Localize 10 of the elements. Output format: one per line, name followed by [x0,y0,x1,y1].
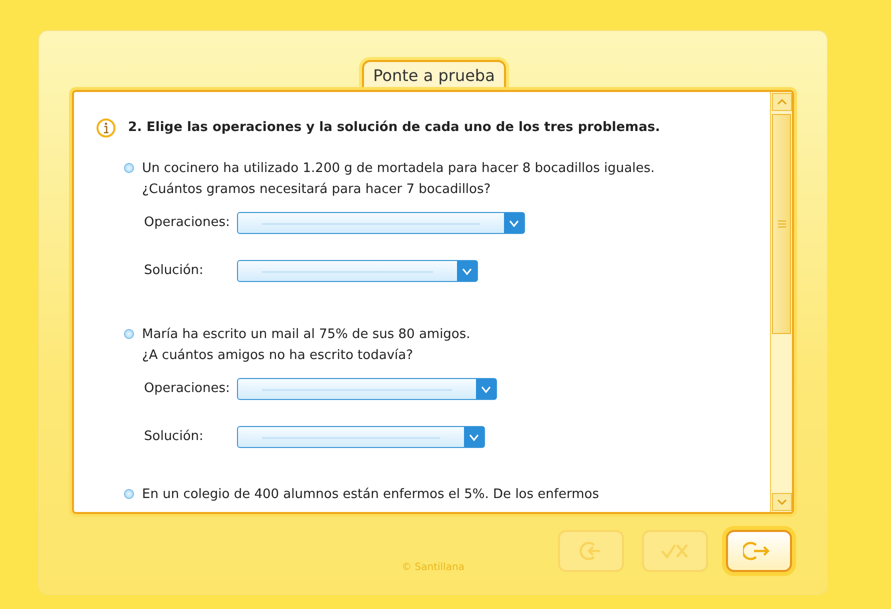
problem-text: María ha escrito un mail al 75% de sus 80 amigos. ¿A cuántos amigos no ha escrito todavía? [142,326,470,365]
field-label: Operaciones: [144,214,231,232]
field-label: Solución: [144,262,204,280]
problem-text: Un cocinero ha utilizado 1.200 g de mortadela para hacer 8 bocadillos iguales. ¿Cuántos gramos necesitará para hacer 7 bocadillos? [142,160,655,199]
instruction-text: 2. Elige las operaciones y la solución de cada uno de los tres problemas. [128,119,660,138]
field-label: Solución: [144,428,204,446]
copyright-text: © Santillana [400,561,466,575]
tab[interactable]: Ponte a prueba [362,60,506,90]
problem-text: En un colegio de 400 alumnos están enfermos el 5%. De los enfermos [142,486,599,504]
field-label: Operaciones: [144,380,231,398]
